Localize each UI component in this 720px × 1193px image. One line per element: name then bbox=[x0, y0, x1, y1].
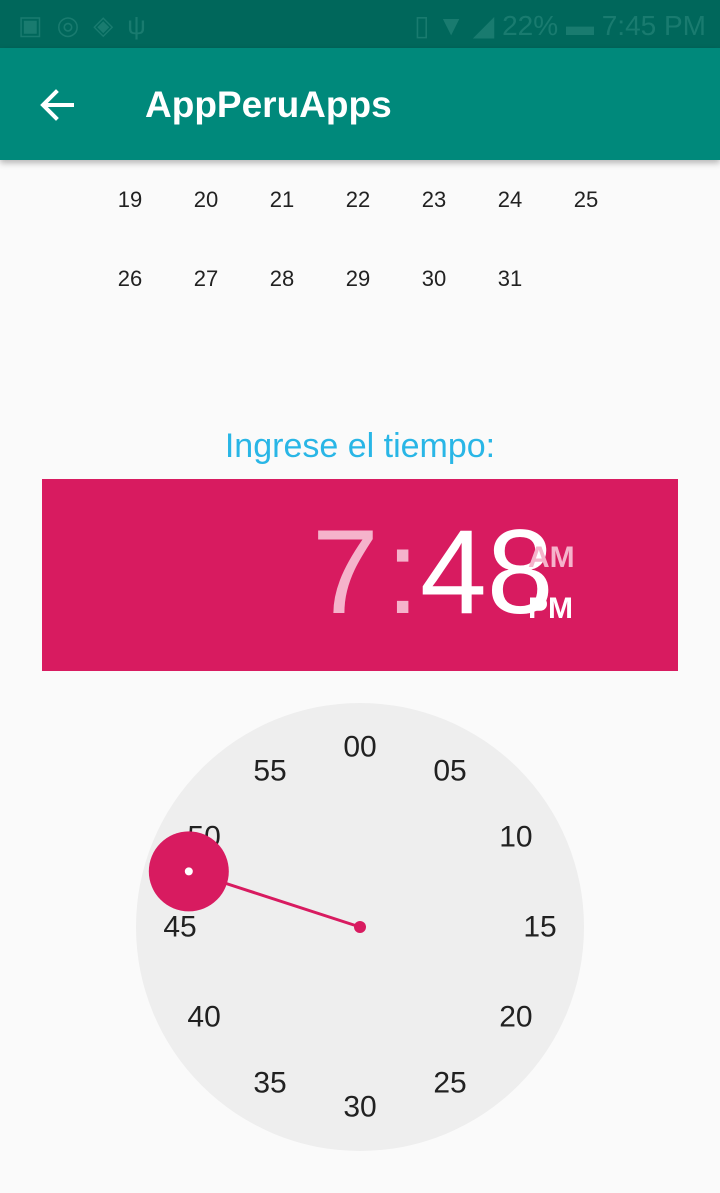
dial-label[interactable]: 40 bbox=[187, 1001, 220, 1034]
calendar-day[interactable]: 25 bbox=[556, 180, 616, 220]
dial-label[interactable]: 30 bbox=[343, 1091, 376, 1124]
calendar-day[interactable]: 22 bbox=[328, 180, 388, 220]
dial-label[interactable]: 25 bbox=[433, 1066, 466, 1099]
arrow-left-icon bbox=[40, 89, 74, 121]
time-separator: : bbox=[386, 505, 420, 639]
app-bar: AppPeruApps bbox=[0, 48, 720, 160]
calendar-day[interactable]: 26 bbox=[100, 259, 160, 299]
dial-label[interactable]: 45 bbox=[163, 911, 196, 944]
back-button[interactable] bbox=[36, 84, 78, 126]
time-picker-header: 7 : 48 AM PM bbox=[42, 479, 678, 671]
calendar-day[interactable]: 28 bbox=[252, 259, 312, 299]
calendar-day[interactable]: 21 bbox=[252, 180, 312, 220]
calendar-day[interactable]: 19 bbox=[100, 180, 160, 220]
calendar-week-row: 26 27 28 29 30 31 bbox=[0, 259, 720, 299]
battery-icon: ▬ bbox=[565, 10, 594, 41]
time-prompt-label: Ingrese el tiempo: bbox=[224, 427, 496, 465]
dial-label[interactable]: 05 bbox=[433, 755, 466, 788]
dial-label[interactable]: 10 bbox=[499, 821, 532, 854]
hour-display[interactable]: 7 bbox=[312, 497, 379, 647]
selector-dot bbox=[184, 867, 193, 876]
calendar-day[interactable]: 31 bbox=[480, 259, 540, 299]
dial-center bbox=[354, 921, 366, 933]
app-title: AppPeruApps bbox=[145, 84, 392, 125]
pm-toggle[interactable]: PM bbox=[528, 592, 573, 626]
minute-dial[interactable]: 000510152025303540455055 bbox=[136, 703, 584, 1151]
am-toggle[interactable]: AM bbox=[528, 541, 575, 575]
signal-icon: ◢ bbox=[472, 10, 495, 41]
calendar-day[interactable]: 23 bbox=[404, 180, 464, 220]
calendar-day[interactable]: 30 bbox=[404, 259, 464, 299]
dial-label[interactable]: 20 bbox=[499, 1001, 532, 1034]
vibrate-icon: ▯ bbox=[414, 10, 430, 41]
dial-label[interactable]: 00 bbox=[343, 731, 376, 764]
dial-label[interactable]: 15 bbox=[523, 911, 556, 944]
dial-label[interactable]: 55 bbox=[253, 755, 286, 788]
calendar-day[interactable]: 24 bbox=[480, 180, 540, 220]
calendar-day[interactable]: 27 bbox=[176, 259, 236, 299]
wifi-icon: ▼ bbox=[437, 10, 465, 41]
notification-icons: ▣◎◈ψ bbox=[18, 10, 160, 40]
status-right: ▯ ▼ ◢ 22% ▬ 7:45 PM bbox=[414, 9, 706, 42]
calendar-week-row: 19 20 21 22 23 24 25 bbox=[0, 180, 720, 220]
calendar-day[interactable]: 20 bbox=[176, 180, 236, 220]
calendar-day[interactable]: 29 bbox=[328, 259, 388, 299]
battery-level: 22% bbox=[502, 10, 559, 41]
dial-label[interactable]: 35 bbox=[253, 1066, 286, 1099]
status-bar: ▣◎◈ψ ▯ ▼ ◢ 22% ▬ 7:45 PM bbox=[0, 0, 720, 48]
status-time: 7:45 PM bbox=[601, 10, 706, 41]
